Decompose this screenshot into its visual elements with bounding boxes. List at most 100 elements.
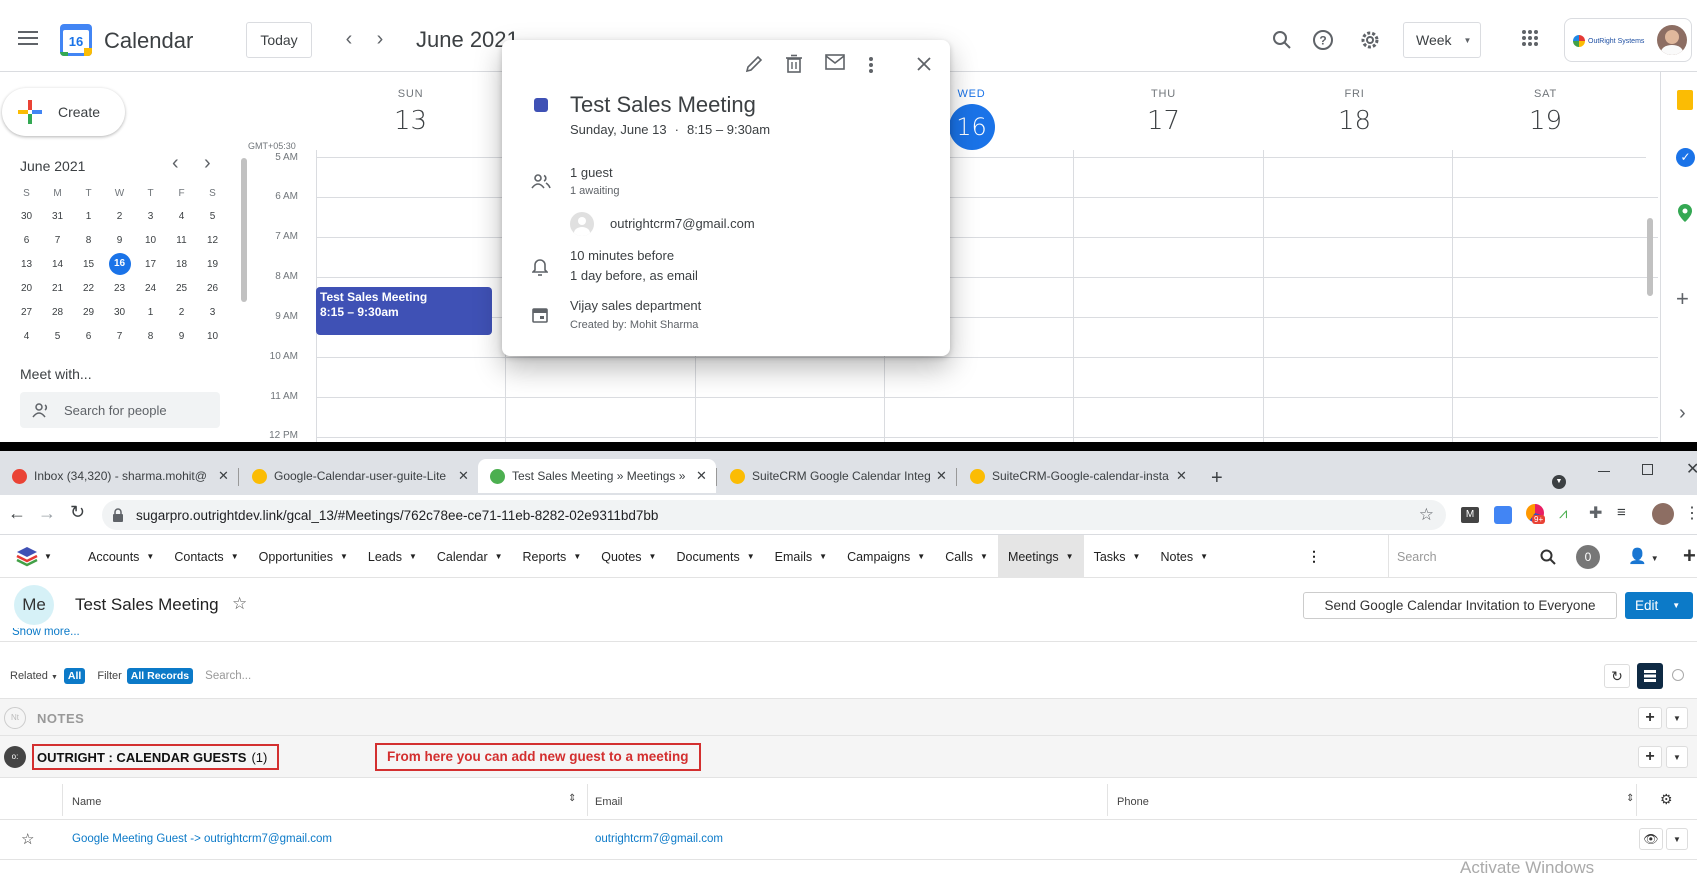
guests-subpanel-header[interactable]: o: OUTRIGHT : CALENDAR GUESTS (1) From h… [0, 736, 1697, 778]
edit-pencil-icon[interactable] [744, 54, 768, 78]
crm-search-icon[interactable] [1540, 549, 1556, 565]
apps-grid-icon[interactable] [1522, 30, 1538, 46]
mini-day[interactable]: 25 [166, 276, 197, 300]
mini-day[interactable]: 13 [11, 252, 42, 276]
row-view-eye-icon[interactable]: 👁 [1639, 828, 1663, 850]
today-button[interactable]: Today [246, 22, 312, 58]
col-name[interactable]: Name [72, 796, 101, 808]
row-email-link[interactable]: outrightcrm7@gmail.com [595, 833, 723, 845]
reload-icon[interactable]: ↻ [70, 502, 85, 523]
browser-menu-icon[interactable]: ⋮ [1684, 503, 1697, 523]
edit-caret-icon[interactable]: ▼ [1672, 601, 1680, 610]
mini-day[interactable]: 23 [104, 276, 135, 300]
info-icon[interactable] [1672, 669, 1684, 681]
expand-panel-icon[interactable]: › [1679, 402, 1686, 425]
mini-day[interactable]: 9 [166, 324, 197, 348]
email-guests-icon[interactable] [825, 54, 849, 78]
mini-day[interactable]: 1 [135, 300, 166, 324]
account-chip[interactable]: OutRight Systems [1564, 18, 1692, 62]
guests-add-icon[interactable]: + [1638, 746, 1662, 768]
sort-phone-icon[interactable]: ⇕ [1626, 793, 1634, 804]
nav-quotes[interactable]: Quotes ▼ [591, 535, 666, 578]
notes-add-icon[interactable]: + [1638, 707, 1662, 729]
nav-caret-icon[interactable]: ▼ [819, 552, 827, 561]
mini-day[interactable]: 3 [135, 204, 166, 228]
mini-day[interactable]: 9 [104, 228, 135, 252]
mini-day[interactable]: 16 [104, 252, 135, 276]
nav-notes[interactable]: Notes ▼ [1150, 535, 1218, 578]
browser-tab[interactable]: SuiteCRM-Google-calendar-insta ✕ [958, 459, 1196, 493]
subpanel-search[interactable]: Search... [201, 663, 1550, 689]
close-window-icon[interactable]: ✕ [1686, 459, 1697, 479]
mini-day[interactable]: 26 [197, 276, 228, 300]
send-invite-button[interactable]: Send Google Calendar Invitation to Every… [1303, 592, 1617, 619]
mini-day[interactable]: 30 [104, 300, 135, 324]
nav-tasks[interactable]: Tasks ▼ [1084, 535, 1151, 578]
close-tab-icon[interactable]: ✕ [696, 468, 707, 484]
mini-day[interactable]: 14 [42, 252, 73, 276]
nav-calls[interactable]: Calls ▼ [935, 535, 998, 578]
mini-day[interactable]: 5 [42, 324, 73, 348]
mini-prev-icon[interactable]: ‹ [172, 152, 179, 175]
close-tab-icon[interactable]: ✕ [936, 468, 947, 484]
mini-day[interactable]: 6 [73, 324, 104, 348]
mini-day[interactable]: 22 [73, 276, 104, 300]
guest-email[interactable]: outrightcrm7@gmail.com [610, 216, 755, 231]
mini-day[interactable]: 15 [73, 252, 104, 276]
main-menu-icon[interactable] [12, 22, 44, 54]
calendar-event[interactable]: Test Sales Meeting 8:15 – 9:30am [316, 287, 492, 335]
row-star-icon[interactable]: ☆ [21, 830, 34, 848]
close-tab-icon[interactable]: ✕ [218, 468, 229, 484]
search-icon[interactable] [1266, 24, 1298, 56]
list-view-icon[interactable] [1637, 663, 1663, 689]
nav-caret-icon[interactable]: ▼ [980, 552, 988, 561]
tab-search-icon[interactable]: ▼ [1552, 475, 1566, 489]
reading-list-icon[interactable]: ≡ [1617, 504, 1626, 521]
mini-day[interactable]: 4 [11, 324, 42, 348]
nav-caret-icon[interactable]: ▼ [1200, 552, 1208, 561]
row-action-caret-icon[interactable]: ▼ [1666, 828, 1688, 850]
mini-day[interactable]: 5 [197, 204, 228, 228]
nav-accounts[interactable]: Accounts ▼ [78, 535, 164, 578]
nav-contacts[interactable]: Contacts ▼ [164, 535, 248, 578]
logo-caret-icon[interactable]: ▼ [44, 552, 52, 561]
mini-day[interactable]: 3 [197, 300, 228, 324]
mini-day[interactable]: 11 [166, 228, 197, 252]
new-tab-icon[interactable]: + [1211, 467, 1223, 490]
edit-button[interactable]: Edit ▼ [1625, 592, 1693, 619]
mini-day[interactable]: 27 [11, 300, 42, 324]
mini-day[interactable]: 21 [42, 276, 73, 300]
browser-tab[interactable]: Test Sales Meeting » Meetings » ✕ [478, 459, 716, 493]
nav-caret-icon[interactable]: ▼ [340, 552, 348, 561]
quick-create-icon[interactable]: + [1683, 543, 1696, 569]
mini-day[interactable]: 17 [135, 252, 166, 276]
nav-caret-icon[interactable]: ▼ [231, 552, 239, 561]
browser-tab[interactable]: Inbox (34,320) - sharma.mohit@ ✕ [0, 459, 238, 493]
nav-calendar[interactable]: Calendar ▼ [427, 535, 513, 578]
mini-day[interactable]: 30 [11, 204, 42, 228]
col-email[interactable]: Email [595, 796, 623, 808]
mini-day[interactable]: 2 [104, 204, 135, 228]
extension-badge-icon[interactable]: 9+ [1526, 504, 1546, 524]
mini-day[interactable]: 1 [73, 204, 104, 228]
nav-caret-icon[interactable]: ▼ [495, 552, 503, 561]
mini-day[interactable]: 29 [73, 300, 104, 324]
next-week-icon[interactable]: › [365, 24, 395, 54]
minimize-icon[interactable] [1598, 471, 1610, 472]
nav-caret-icon[interactable]: ▼ [146, 552, 154, 561]
profile-avatar[interactable] [1652, 503, 1674, 525]
extension-chart-icon[interactable]: ⩘ [1559, 505, 1567, 522]
nav-emails[interactable]: Emails ▼ [765, 535, 837, 578]
mini-day[interactable]: 10 [197, 324, 228, 348]
forward-icon[interactable]: → [38, 503, 56, 524]
refresh-icon[interactable]: ↻ [1604, 664, 1630, 688]
avatar[interactable] [1657, 25, 1687, 55]
mini-day[interactable]: 24 [135, 276, 166, 300]
nav-opportunities[interactable]: Opportunities ▼ [249, 535, 358, 578]
close-tab-icon[interactable]: ✕ [458, 468, 469, 484]
search-people-field[interactable]: Search for people [20, 392, 220, 428]
nav-caret-icon[interactable]: ▼ [649, 552, 657, 561]
maps-pin-icon[interactable] [1678, 204, 1692, 222]
notes-subpanel-header[interactable]: Nt NOTES + ▼ [0, 698, 1697, 736]
mini-day[interactable]: 8 [135, 324, 166, 348]
